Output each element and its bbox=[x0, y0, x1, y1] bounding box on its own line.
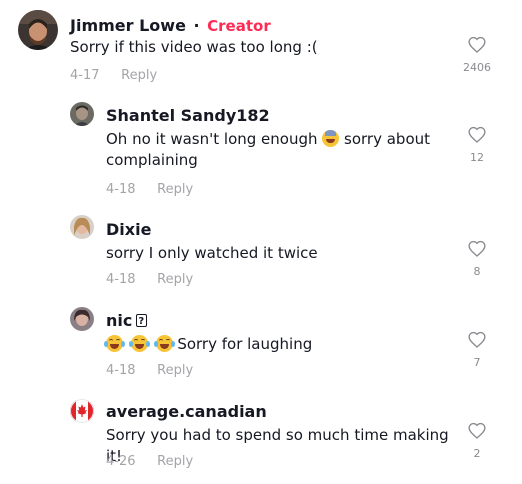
comment-date: 4-17 bbox=[70, 68, 100, 83]
like-count: 7 bbox=[473, 356, 481, 369]
comment-date: 4-18 bbox=[106, 182, 136, 197]
like-count: 8 bbox=[473, 265, 481, 278]
like-button[interactable]: 7 bbox=[462, 331, 492, 369]
comment-text: Sorry if this video was too long :( bbox=[70, 38, 318, 56]
comment-meta: 4-18 Reply bbox=[106, 272, 193, 288]
username[interactable]: Dixie bbox=[106, 220, 151, 240]
username[interactable]: Shantel Sandy182 bbox=[106, 106, 270, 126]
comment-date: 4-26 bbox=[106, 454, 136, 469]
heart-outline-icon bbox=[468, 126, 486, 143]
comment-author: Jimmer Lowe · Creator bbox=[70, 16, 271, 36]
reply-item: nic Sorry for laughing 4-18 Reply 7 bbox=[0, 296, 522, 388]
avatar[interactable] bbox=[70, 102, 94, 126]
reply-item: Shantel Sandy182 Oh no it wasn't long en… bbox=[0, 95, 522, 205]
reply-item: average.canadian Sorry you had to spend … bbox=[0, 388, 522, 484]
like-count: 12 bbox=[470, 151, 484, 164]
reply-button[interactable]: Reply bbox=[157, 182, 193, 197]
avatar[interactable] bbox=[70, 215, 94, 239]
heart-outline-icon bbox=[468, 36, 486, 53]
username[interactable]: Jimmer Lowe bbox=[70, 16, 186, 35]
comment-meta: 4-17 Reply bbox=[70, 68, 157, 84]
reply-button[interactable]: Reply bbox=[157, 272, 193, 287]
comment-text-part: Sorry for laughing bbox=[172, 335, 313, 353]
like-button[interactable]: 12 bbox=[462, 126, 492, 164]
like-count: 2 bbox=[473, 447, 481, 460]
unknown-glyph-icon bbox=[136, 312, 148, 332]
like-button[interactable]: 8 bbox=[462, 240, 492, 278]
like-button[interactable]: 2 bbox=[462, 422, 492, 460]
laughing-tears-emoji bbox=[128, 335, 150, 352]
reply-button[interactable]: Reply bbox=[157, 363, 193, 378]
comment-text: Oh no it wasn't long enough sorry about … bbox=[106, 129, 446, 171]
separator-dot: · bbox=[193, 16, 200, 35]
username[interactable]: average.canadian bbox=[106, 402, 267, 422]
sweat-smile-emoji bbox=[322, 130, 340, 147]
reply-item: Dixie sorry I only watched it twice 4-18… bbox=[0, 205, 522, 296]
comment-item: Jimmer Lowe · Creator Sorry if this vide… bbox=[0, 0, 522, 95]
laughing-tears-emoji bbox=[104, 335, 125, 352]
comment-date: 4-18 bbox=[106, 272, 136, 287]
comment-date: 4-18 bbox=[106, 363, 136, 378]
reply-button[interactable]: Reply bbox=[157, 454, 193, 469]
reply-button[interactable]: Reply bbox=[121, 68, 157, 83]
comment-author: nic bbox=[106, 311, 148, 332]
heart-outline-icon bbox=[468, 240, 486, 257]
comment-meta: 4-26 Reply bbox=[106, 454, 193, 470]
like-count: 2406 bbox=[463, 61, 491, 74]
username[interactable]: nic bbox=[106, 311, 132, 330]
avatar[interactable] bbox=[70, 307, 94, 331]
comment-text-part: Oh no it wasn't long enough bbox=[106, 130, 323, 148]
comment-meta: 4-18 Reply bbox=[106, 363, 193, 379]
avatar[interactable] bbox=[70, 399, 94, 423]
comment-text: Sorry for laughing bbox=[104, 334, 446, 355]
comment-meta: 4-18 Reply bbox=[106, 182, 193, 198]
like-button[interactable]: 2406 bbox=[462, 36, 492, 74]
avatar[interactable] bbox=[18, 10, 58, 50]
comment-text: sorry I only watched it twice bbox=[106, 244, 318, 262]
heart-outline-icon bbox=[468, 331, 486, 348]
heart-outline-icon bbox=[468, 422, 486, 439]
laughing-tears-emoji bbox=[153, 335, 175, 352]
creator-badge: Creator bbox=[207, 17, 271, 35]
